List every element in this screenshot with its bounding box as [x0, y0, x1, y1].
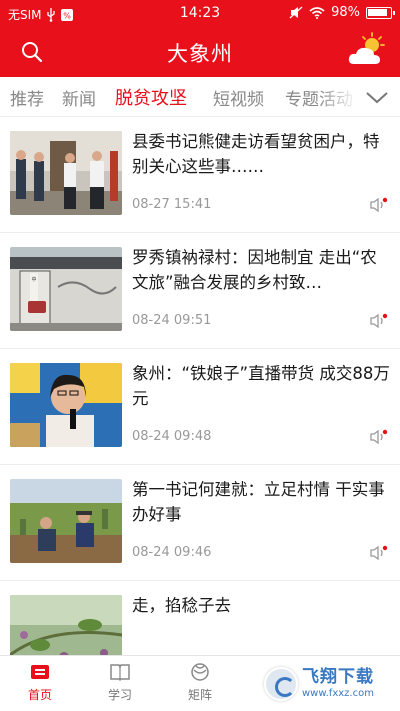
audio-icon[interactable] — [370, 545, 388, 561]
tab-recommend[interactable]: 推荐 — [10, 85, 44, 110]
news-thumbnail — [10, 479, 122, 563]
book-icon — [110, 664, 130, 682]
weather-icon[interactable] — [346, 32, 386, 68]
news-item[interactable]: 县委书记熊健走访看望贫困户，特别关心这些事…… 08-27 15:41 — [0, 117, 400, 233]
watermark-logo: 飞翔下载 www.fxxz.com — [264, 664, 394, 704]
tabs-fade — [318, 77, 358, 116]
nav-study-label: 学习 — [107, 688, 132, 702]
nav-home-label: 首页 — [27, 688, 52, 702]
watermark-icon — [264, 667, 298, 701]
audio-icon[interactable] — [370, 197, 388, 213]
news-time: 08-24 09:51 — [132, 313, 212, 328]
news-time: 08-27 15:41 — [132, 197, 212, 212]
news-item[interactable]: 第一书记何建就：立足村情 干实事 办好事 08-24 09:46 — [0, 465, 400, 581]
battery-icon — [366, 6, 395, 19]
battery-percent: 98% — [331, 5, 360, 20]
nav-study[interactable]: 学习 — [90, 662, 150, 703]
news-item[interactable]: 象州：“铁娘子”直播带货 成交88万元 08-24 09:48 — [0, 349, 400, 465]
tab-short-video[interactable]: 短视频 — [213, 85, 264, 110]
channel-tabs: 推荐 新闻 脱贫攻坚 短视频 专题活动 — [0, 77, 400, 117]
svg-text:中: 中 — [31, 276, 36, 283]
watermark-url: www.fxxz.com — [302, 688, 374, 699]
nav-matrix-label: 矩阵 — [187, 688, 212, 702]
news-title: 罗秀镇衲禄村：因地制宜 走出“农文旅”融合发展的乡村致… — [132, 248, 377, 292]
mute-icon — [289, 6, 303, 19]
wifi-icon — [309, 6, 325, 19]
news-thumbnail — [10, 131, 122, 215]
news-feed: 县委书记熊健走访看望贫困户，特别关心这些事…… 08-27 15:41 中 罗秀… — [0, 117, 400, 655]
matrix-icon — [191, 663, 209, 681]
news-thumbnail: 中 — [10, 247, 122, 331]
app-bar: 大象州 — [0, 26, 400, 77]
tab-news[interactable]: 新闻 — [62, 85, 96, 110]
nav-home[interactable]: 首页 — [10, 662, 70, 703]
news-item[interactable]: 中 罗秀镇衲禄村：因地制宜 走出“农文旅”融合发展的乡村致… 08-24 09:… — [0, 233, 400, 349]
audio-icon[interactable] — [370, 313, 388, 329]
news-title: 第一书记何建就：立足村情 干实事 办好事 — [132, 480, 385, 524]
news-title: 走，掐稔子去 — [132, 596, 231, 615]
tab-poverty-alleviation[interactable]: 脱贫攻坚 — [115, 84, 187, 110]
status-bar: 无SIM % 14:23 98% — [0, 0, 400, 26]
chevron-down-icon[interactable] — [364, 87, 390, 107]
audio-icon[interactable] — [370, 429, 388, 445]
news-title: 县委书记熊健走访看望贫困户，特别关心这些事…… — [132, 132, 380, 176]
news-thumbnail — [10, 595, 122, 655]
app-header: 无SIM % 14:23 98% 大象州 — [0, 0, 400, 77]
watermark-brand: 飞翔下载 — [302, 667, 374, 687]
news-title: 象州：“铁娘子”直播带货 成交88万元 — [132, 364, 390, 408]
home-icon — [31, 665, 49, 679]
nav-matrix[interactable]: 矩阵 — [170, 662, 230, 703]
news-thumbnail — [10, 363, 122, 447]
news-item[interactable]: 走，掐稔子去 — [0, 581, 400, 655]
news-time: 08-24 09:48 — [132, 429, 212, 444]
app-title: 大象州 — [167, 42, 233, 66]
news-time: 08-24 09:46 — [132, 545, 212, 560]
